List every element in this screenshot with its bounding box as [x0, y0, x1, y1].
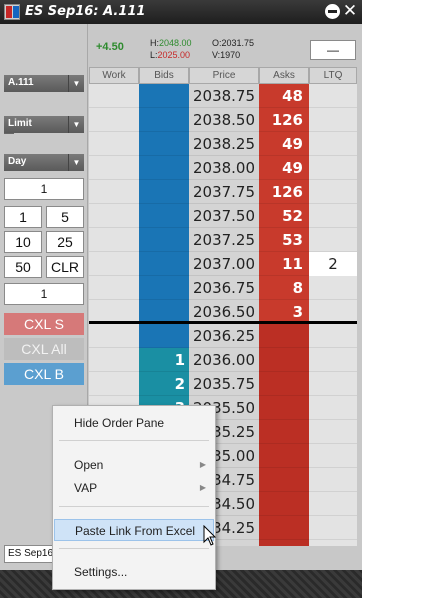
qty-button-1[interactable]: 1: [4, 206, 42, 228]
header-bids[interactable]: Bids: [139, 67, 189, 84]
header-price[interactable]: Price: [189, 67, 259, 84]
close-icon[interactable]: ✕: [342, 2, 358, 20]
price-cell[interactable]: 2035.75: [189, 372, 259, 396]
price-cell[interactable]: 2038.25: [189, 132, 259, 156]
ask-size-cell[interactable]: 8: [259, 276, 309, 300]
menu-separator: [59, 548, 209, 549]
volume: V:1970: [212, 50, 241, 60]
account-select[interactable]: A.111 ▼: [4, 75, 84, 92]
menu-item-label: VAP: [74, 481, 98, 495]
ask-size-cell[interactable]: 49: [259, 132, 309, 156]
last-trade-line: [89, 321, 357, 324]
menu-separator: [59, 440, 209, 441]
order-type-value: Limit: [8, 118, 32, 129]
app-icon: [4, 4, 20, 20]
menu-item-open[interactable]: Open ▶: [54, 454, 214, 476]
low-label: L:: [150, 50, 158, 60]
qty-clear-button[interactable]: CLR: [46, 256, 84, 278]
header-work[interactable]: Work: [89, 67, 139, 84]
price-cell[interactable]: 2036.25: [189, 324, 259, 348]
header-asks[interactable]: Asks: [259, 67, 309, 84]
price-cell[interactable]: 2038.75: [189, 84, 259, 108]
account-select-value: A.111: [8, 77, 34, 88]
title-bar[interactable]: ES Sep16: A.111 ✕: [0, 0, 362, 24]
qty-button-10[interactable]: 10: [4, 231, 42, 253]
quantity-input[interactable]: 1: [4, 178, 84, 200]
ask-size-cell[interactable]: 48: [259, 84, 309, 108]
quantity-secondary-input[interactable]: 1: [4, 283, 84, 305]
low-price: L:2025.00: [150, 50, 190, 60]
ltq-value: 2: [309, 252, 357, 276]
menu-item-label: Open: [74, 458, 104, 472]
header-ltq[interactable]: LTQ: [309, 67, 357, 84]
menu-item-paste-link-from-excel[interactable]: Paste Link From Excel: [54, 519, 214, 541]
menu-item-label: Paste Link From Excel: [75, 524, 196, 538]
cancel-all-button[interactable]: CXL All: [4, 338, 84, 360]
ltq-summary-box[interactable]: —: [310, 40, 356, 60]
price-cell[interactable]: 2036.00: [189, 348, 259, 372]
minimize-icon[interactable]: [325, 4, 340, 19]
duration-select[interactable]: Day ▼: [4, 154, 84, 171]
asks-depth-zone[interactable]: [259, 324, 309, 546]
ask-size-cell[interactable]: 52: [259, 204, 309, 228]
price-cell[interactable]: 2037.50: [189, 204, 259, 228]
ask-size-cell[interactable]: 11: [259, 252, 309, 276]
cancel-sells-button[interactable]: CXL S: [4, 313, 84, 335]
price-cell[interactable]: 2037.25: [189, 228, 259, 252]
menu-separator: [59, 506, 209, 507]
submenu-arrow-icon: ▶: [199, 460, 206, 469]
net-change: +4.50: [96, 41, 124, 53]
ask-size-cell[interactable]: 49: [259, 156, 309, 180]
menu-item-vap[interactable]: VAP ▶: [54, 477, 214, 499]
price-cell[interactable]: 2037.00: [189, 252, 259, 276]
qty-button-5[interactable]: 5: [46, 206, 84, 228]
price-cell[interactable]: 2038.00: [189, 156, 259, 180]
menu-item-hide-order-pane[interactable]: Hide Order Pane: [54, 412, 214, 434]
bid-size-cell[interactable]: 2: [139, 372, 189, 396]
open-price: O:2031.75: [212, 38, 255, 48]
context-menu: Hide Order Pane Open ▶ VAP ▶ Paste Link Fr…: [52, 405, 216, 590]
chevron-down-icon: ▼: [68, 75, 84, 92]
qty-button-25[interactable]: 25: [46, 231, 84, 253]
high-label: H:: [150, 38, 159, 48]
ask-size-cell[interactable]: 53: [259, 228, 309, 252]
bid-size-cell[interactable]: 1: [139, 348, 189, 372]
price-cell[interactable]: 2038.50: [189, 108, 259, 132]
qty-button-50[interactable]: 50: [4, 256, 42, 278]
menu-item-label: Hide Order Pane: [74, 416, 165, 430]
high-price: H:2048.00: [150, 38, 192, 48]
high-value: 2048.00: [159, 38, 192, 48]
low-value: 2025.00: [157, 50, 191, 60]
price-cell[interactable]: 2037.75: [189, 180, 259, 204]
ltq-column[interactable]: [309, 84, 357, 546]
order-type-select[interactable]: Limit ▼: [4, 116, 84, 133]
ask-size-cell[interactable]: 126: [259, 108, 309, 132]
ask-size-cell[interactable]: 126: [259, 180, 309, 204]
price-cell[interactable]: 2036.75: [189, 276, 259, 300]
instrument-status-field[interactable]: ES Sep16: [4, 545, 56, 563]
menu-item-settings[interactable]: Settings...: [54, 561, 214, 583]
mouse-cursor-icon: [203, 525, 217, 546]
chevron-down-icon: ▼: [68, 154, 84, 171]
duration-value: Day: [8, 156, 27, 167]
cancel-buys-button[interactable]: CXL B: [4, 363, 84, 385]
window-title: ES Sep16: A.111: [25, 4, 146, 19]
menu-item-label: Settings...: [74, 565, 128, 579]
chevron-down-icon: ▼: [68, 116, 84, 133]
submenu-arrow-icon: ▶: [199, 483, 206, 492]
